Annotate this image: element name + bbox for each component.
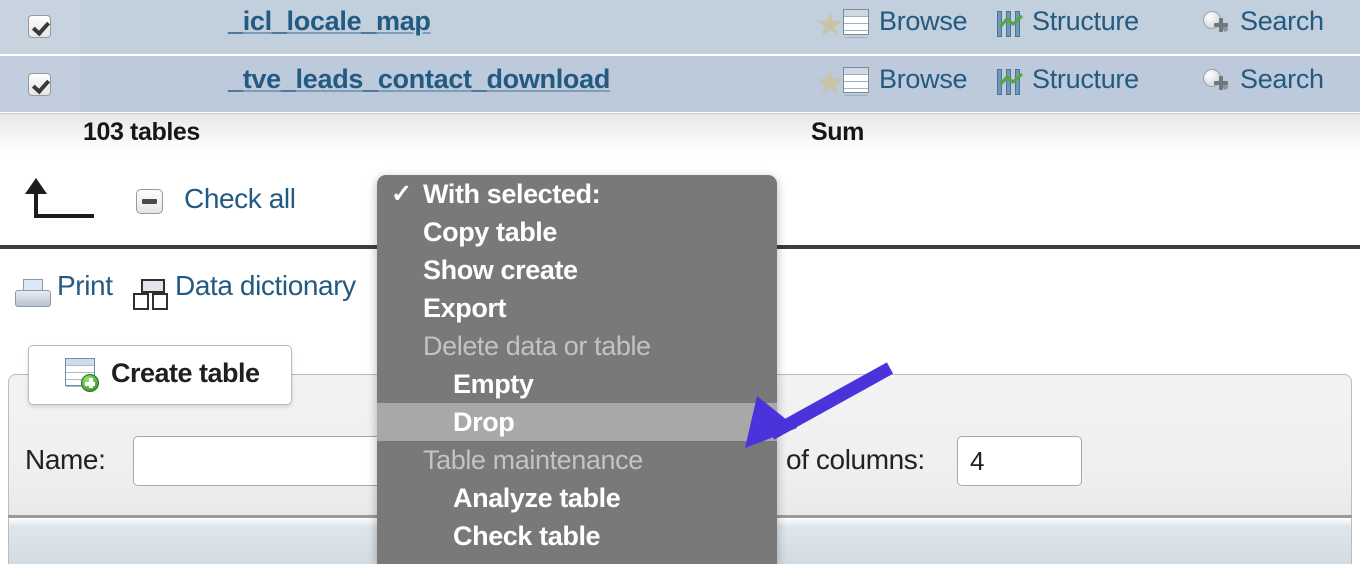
menu-item-label: Analyze table — [453, 483, 621, 513]
browse-icon[interactable] — [843, 9, 871, 38]
menu-item-label: Empty — [453, 369, 534, 399]
row-checkbox-cell[interactable] — [0, 0, 80, 54]
table-name-link[interactable]: _icl_locale_map — [228, 6, 431, 37]
table-count-label: 103 tables — [83, 118, 200, 146]
columns-label: of columns: — [786, 444, 925, 475]
table-row[interactable]: _tve_leads_contact_download ★ Browse Str… — [0, 56, 1360, 112]
menu-item-label: With selected: — [423, 179, 601, 209]
arrow-up-left-icon — [25, 178, 94, 218]
data-dictionary-icon[interactable] — [133, 279, 169, 311]
browse-link[interactable]: Browse — [879, 64, 968, 95]
check-all-label[interactable]: Check all — [184, 183, 296, 215]
menu-group-label: Table maintenance — [423, 445, 643, 475]
menu-item-show-create[interactable]: Show create — [377, 251, 777, 289]
row-checkbox-cell[interactable] — [0, 56, 80, 112]
menu-item-with-selected[interactable]: ✓ With selected: — [377, 175, 777, 213]
menu-group-table-maintenance: Table maintenance — [377, 441, 777, 479]
table-add-icon — [65, 358, 99, 392]
check-icon: ✓ — [391, 180, 412, 208]
menu-group-delete-data-or-table: Delete data or table — [377, 327, 777, 365]
structure-link[interactable]: Structure — [1032, 64, 1139, 95]
menu-item-drop[interactable]: Drop — [377, 403, 777, 441]
menu-item-analyze-table[interactable]: Analyze table — [377, 479, 777, 517]
menu-group-label: Delete data or table — [423, 331, 651, 361]
search-icon[interactable] — [1203, 67, 1231, 95]
data-dictionary-link[interactable]: Data dictionary — [175, 270, 356, 302]
table-row[interactable]: _icl_locale_map ★ Browse Structure Searc… — [0, 0, 1360, 54]
sum-label: Sum — [811, 118, 864, 146]
create-table-label: Create table — [111, 358, 260, 388]
menu-item-export[interactable]: Export — [377, 289, 777, 327]
name-label: Name: — [25, 444, 106, 475]
create-table-tab[interactable]: Create table — [28, 345, 292, 405]
browse-icon[interactable] — [843, 67, 871, 96]
star-icon[interactable]: ★ — [813, 8, 847, 42]
browse-link[interactable]: Browse — [879, 6, 968, 37]
menu-item-label: Export — [423, 293, 507, 323]
table-list: _icl_locale_map ★ Browse Structure Searc… — [0, 0, 1360, 114]
menu-item-label: Copy table — [423, 217, 558, 247]
menu-item-check-table[interactable]: Check table — [377, 517, 777, 555]
row-checkbox[interactable] — [28, 15, 51, 38]
check-all-checkbox[interactable] — [136, 189, 163, 214]
menu-item-label: Check table — [453, 521, 601, 551]
structure-link[interactable]: Structure — [1032, 6, 1139, 37]
number-of-columns-input[interactable] — [957, 436, 1082, 486]
table-summary-row: 103 tables Sum — [0, 113, 1360, 154]
search-link[interactable]: Search — [1240, 64, 1324, 95]
menu-item-label: Show create — [423, 255, 578, 285]
row-checkbox[interactable] — [28, 73, 51, 96]
structure-icon[interactable] — [997, 67, 1025, 95]
structure-icon[interactable] — [997, 9, 1025, 37]
menu-item-label: Drop — [453, 407, 515, 437]
table-name-link[interactable]: _tve_leads_contact_download — [228, 64, 610, 95]
star-icon[interactable]: ★ — [813, 66, 847, 100]
with-selected-dropdown-menu[interactable]: ✓ With selected: Copy table Show create … — [377, 175, 777, 564]
print-link[interactable]: Print — [57, 270, 113, 302]
printer-icon[interactable] — [15, 279, 51, 310]
menu-item-copy-table[interactable]: Copy table — [377, 213, 777, 251]
search-link[interactable]: Search — [1240, 6, 1324, 37]
search-icon[interactable] — [1203, 9, 1231, 37]
menu-item-empty[interactable]: Empty — [377, 365, 777, 403]
